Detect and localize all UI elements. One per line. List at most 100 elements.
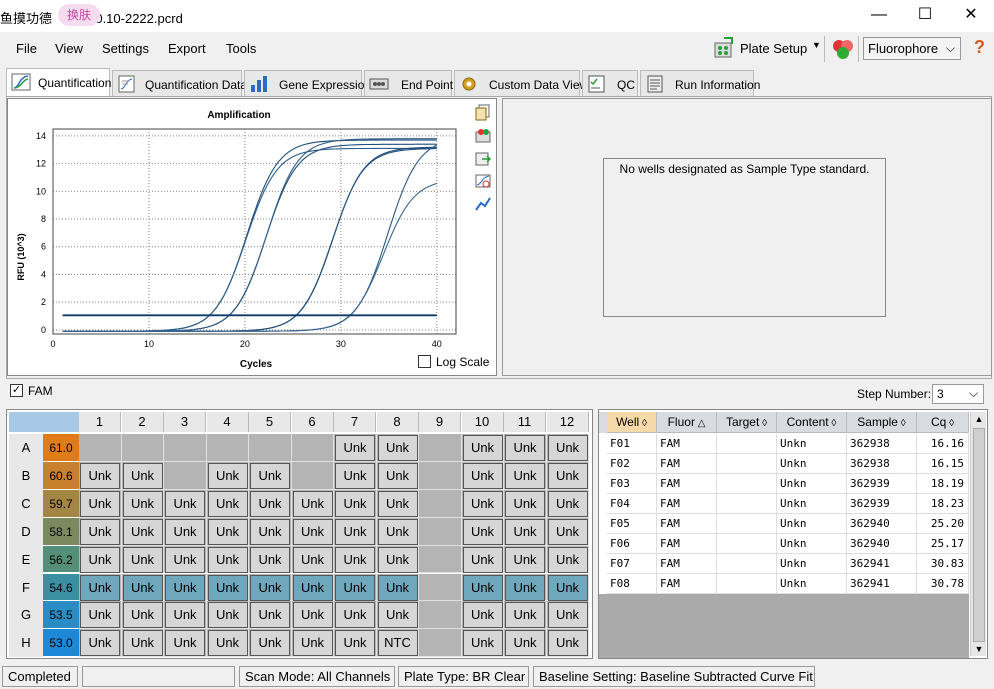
plate-column-header[interactable]: 2 xyxy=(121,412,164,432)
plate-row-header[interactable]: C xyxy=(9,489,43,518)
plate-well[interactable]: Unk xyxy=(547,490,588,517)
plate-well[interactable]: Unk xyxy=(122,490,163,517)
plate-well[interactable]: Unk xyxy=(462,602,503,629)
plate-setup-button[interactable]: Plate Setup ▼ xyxy=(712,36,822,62)
plate-well[interactable]: Unk xyxy=(377,546,418,573)
plate-well[interactable]: Unk xyxy=(165,574,205,601)
plate-well[interactable]: Unk xyxy=(462,546,503,573)
plate-well-slot[interactable] xyxy=(206,434,249,462)
plate-column-header[interactable]: 11 xyxy=(504,412,546,432)
log-scale-checkbox[interactable] xyxy=(418,355,431,368)
plate-view-icon[interactable] xyxy=(474,126,492,144)
help-icon[interactable]: ? xyxy=(974,37,985,58)
plate-well[interactable]: Unk xyxy=(335,574,375,601)
plate-well[interactable]: Unk xyxy=(122,630,163,657)
plate-well[interactable]: Unk xyxy=(292,518,333,545)
plate-well[interactable]: NTC xyxy=(377,630,418,657)
plate-well-slot[interactable] xyxy=(419,629,462,658)
plate-well[interactable]: Unk xyxy=(122,546,163,573)
plate-well[interactable]: Unk xyxy=(462,462,503,489)
plate-well[interactable]: Unk xyxy=(250,462,290,489)
plate-well-slot[interactable] xyxy=(79,434,122,462)
plate-well[interactable]: Unk xyxy=(165,546,205,573)
plate-well[interactable]: Unk xyxy=(505,602,545,629)
curve-tool-icon[interactable] xyxy=(474,195,492,213)
plate-well[interactable]: Unk xyxy=(547,602,588,629)
step-number-select[interactable]: 3 ⌵ xyxy=(932,384,984,404)
plate-well[interactable]: Unk xyxy=(462,574,503,601)
tab-custom-data-view[interactable]: Custom Data View xyxy=(454,70,588,96)
plate-well[interactable]: Unk xyxy=(505,630,545,657)
plate-row-header[interactable]: B xyxy=(9,461,43,490)
menu-file[interactable]: File xyxy=(16,41,37,56)
plate-well[interactable]: Unk xyxy=(250,574,290,601)
plate-well[interactable]: Unk xyxy=(250,546,290,573)
plate-well-slot[interactable] xyxy=(164,461,207,490)
plate-well[interactable]: Unk xyxy=(462,435,503,461)
plate-row-header[interactable]: G xyxy=(9,601,43,630)
plate-corner[interactable] xyxy=(9,412,81,432)
plate-well[interactable]: Unk xyxy=(80,490,120,517)
plate-well[interactable]: Unk xyxy=(377,435,418,461)
plate-well-slot[interactable] xyxy=(121,434,164,462)
fam-checkbox[interactable]: ✓ xyxy=(10,384,23,397)
plate-well[interactable]: Unk xyxy=(292,546,333,573)
plate-row-header[interactable]: A xyxy=(9,434,43,462)
plate-column-header[interactable]: 3 xyxy=(164,412,206,432)
plate-well[interactable]: Unk xyxy=(122,518,163,545)
plate-well[interactable]: Unk xyxy=(207,518,248,545)
plate-well[interactable]: Unk xyxy=(122,602,163,629)
plate-well[interactable]: Unk xyxy=(547,630,588,657)
plate-well[interactable]: Unk xyxy=(505,574,545,601)
plate-well[interactable]: Unk xyxy=(335,518,375,545)
amplification-chart[interactable]: Amplification Cycles RFU (10^3) 0 10 20 30 4… xyxy=(8,99,496,375)
table-column-header[interactable]: Sample ◊ xyxy=(847,412,917,433)
tab-quantification-data[interactable]: Quantification Data xyxy=(112,70,247,96)
plate-well[interactable]: Unk xyxy=(547,546,588,573)
plate-well[interactable]: Unk xyxy=(80,518,120,545)
plate-column-header[interactable]: 7 xyxy=(334,412,376,432)
plate-well[interactable]: Unk xyxy=(505,546,545,573)
plate-well[interactable]: Unk xyxy=(547,435,588,461)
fluorophore-select[interactable]: Fluorophore ⌵ xyxy=(863,37,961,60)
plate-column-header[interactable]: 9 xyxy=(419,412,461,432)
menu-view[interactable]: View xyxy=(55,41,83,56)
plate-well[interactable]: Unk xyxy=(122,462,163,489)
scroll-down-arrow[interactable]: ▼ xyxy=(971,644,987,654)
plate-column-header[interactable]: 5 xyxy=(249,412,291,432)
plate-well[interactable]: Unk xyxy=(165,630,205,657)
plate-well-slot[interactable] xyxy=(419,461,462,490)
plate-well[interactable]: Unk xyxy=(292,602,333,629)
scroll-thumb[interactable] xyxy=(973,428,985,642)
plate-well-slot[interactable] xyxy=(419,517,462,546)
plate-well[interactable]: Unk xyxy=(335,490,375,517)
plate-well[interactable]: Unk xyxy=(377,518,418,545)
plate-well[interactable]: Unk xyxy=(165,490,205,517)
plate-column-header[interactable]: 6 xyxy=(291,412,334,432)
table-column-header[interactable]: Content ◊ xyxy=(777,412,847,433)
plate-column-header[interactable]: 10 xyxy=(461,412,504,432)
plate-row-header[interactable]: D xyxy=(9,517,43,546)
plate-well[interactable]: Unk xyxy=(207,602,248,629)
plate-column-header[interactable]: 8 xyxy=(376,412,419,432)
menu-export[interactable]: Export xyxy=(168,41,206,56)
plate-well[interactable]: Unk xyxy=(377,490,418,517)
plate-well[interactable]: Unk xyxy=(207,490,248,517)
plate-well[interactable]: Unk xyxy=(377,462,418,489)
skin-button[interactable]: 换肤 xyxy=(58,4,100,26)
plate-well[interactable]: Unk xyxy=(547,462,588,489)
plate-well[interactable]: Unk xyxy=(250,490,290,517)
maximize-button[interactable]: ☐ xyxy=(902,0,948,32)
plate-well[interactable]: Unk xyxy=(165,518,205,545)
plate-well-slot[interactable] xyxy=(419,573,462,602)
plate-well[interactable]: Unk xyxy=(335,546,375,573)
plate-well[interactable]: Unk xyxy=(250,630,290,657)
plate-well[interactable]: Unk xyxy=(505,518,545,545)
plate-well[interactable]: Unk xyxy=(80,602,120,629)
plate-column-header[interactable]: 1 xyxy=(79,412,121,432)
plate-well[interactable]: Unk xyxy=(80,546,120,573)
plate-well[interactable]: Unk xyxy=(165,602,205,629)
minimize-button[interactable]: — xyxy=(856,0,902,32)
plate-column-header[interactable]: 12 xyxy=(546,412,589,432)
table-column-header[interactable]: Target ◊ xyxy=(717,412,777,433)
